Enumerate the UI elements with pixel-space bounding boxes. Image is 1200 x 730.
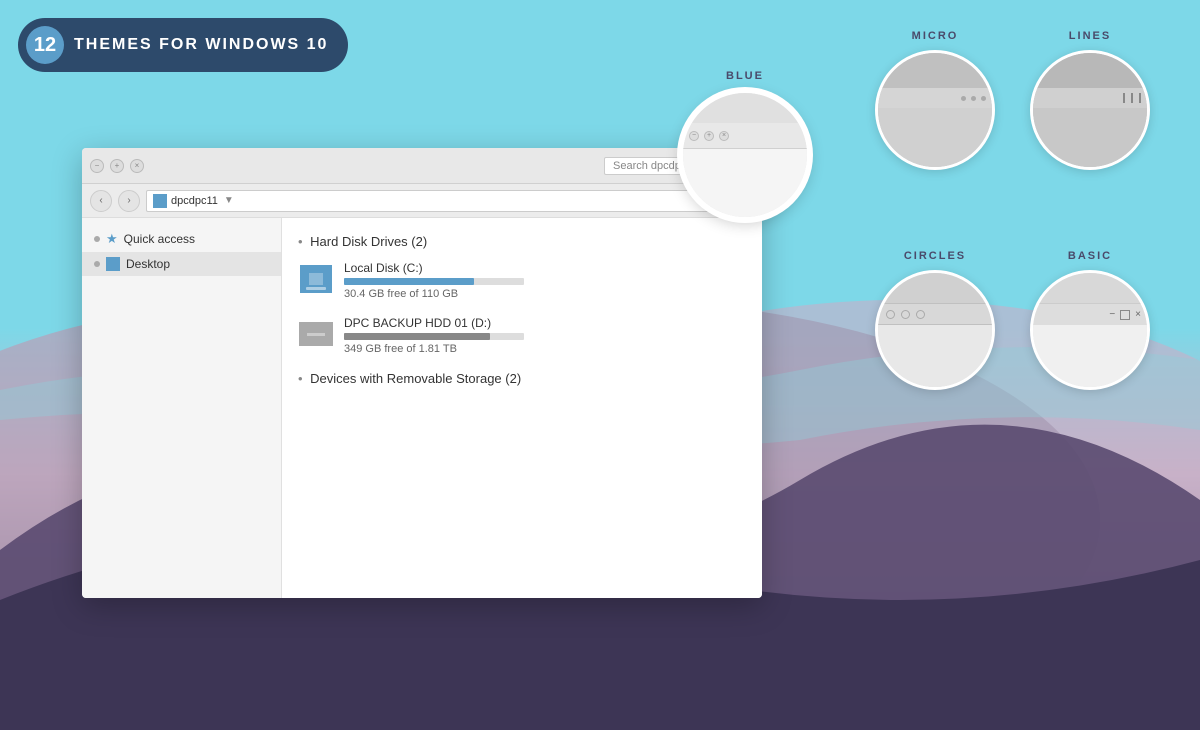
theme-basic-circle[interactable]: − × bbox=[1030, 270, 1150, 390]
close-button[interactable]: × bbox=[130, 159, 144, 173]
sidebar-item-desktop[interactable]: Desktop bbox=[82, 252, 281, 276]
explorer-titlebar: − + × Search dpcdpc11 bbox=[82, 148, 762, 184]
theme-lines-preview bbox=[1033, 53, 1147, 167]
theme-blue-preview: − + × bbox=[683, 93, 807, 217]
quick-access-label: Quick access bbox=[124, 232, 195, 246]
basic-maximize-btn bbox=[1120, 310, 1130, 320]
theme-item-circles: CIRCLES bbox=[870, 250, 1000, 390]
circle-btn-3 bbox=[916, 310, 925, 319]
back-button[interactable]: ‹ bbox=[90, 190, 112, 212]
address-bar[interactable]: dpcdpc11 ▼ bbox=[146, 190, 737, 212]
disk-c-icon bbox=[298, 261, 334, 297]
theme-lines-circle[interactable] bbox=[1030, 50, 1150, 170]
theme-lines-label: LINES bbox=[1069, 30, 1111, 42]
bullet-char-2: • bbox=[298, 371, 306, 386]
hard-disk-section-title: • Hard Disk Drives (2) bbox=[298, 234, 746, 249]
header-badge: 12 THEMES FOR WINDOWS 10 bbox=[18, 18, 348, 72]
line-btn-1 bbox=[1123, 93, 1125, 103]
maximize-button[interactable]: + bbox=[110, 159, 124, 173]
computer-icon bbox=[153, 194, 167, 208]
blue-theme-plus: + bbox=[704, 131, 714, 141]
disk-c-bar-fill bbox=[344, 278, 474, 285]
micro-titlebar bbox=[878, 88, 992, 108]
micro-dot-3 bbox=[981, 96, 986, 101]
disk-c-bar-bg bbox=[344, 278, 524, 285]
line-btn-2 bbox=[1131, 93, 1133, 103]
theme-blue-label: BLUE bbox=[726, 70, 764, 82]
desktop-label: Desktop bbox=[126, 257, 170, 271]
theme-micro-circle[interactable] bbox=[875, 50, 995, 170]
explorer-window: − + × Search dpcdpc11 ‹ › dpcdpc11 ▼ ↺ ★… bbox=[82, 148, 762, 598]
themes-area: BLUE − + × MICRO bbox=[680, 30, 1150, 390]
bullet-char: • bbox=[298, 234, 306, 249]
removable-section-title: • Devices with Removable Storage (2) bbox=[298, 371, 746, 386]
lines-titlebar bbox=[1033, 88, 1147, 108]
basic-close-btn: × bbox=[1135, 309, 1141, 320]
theme-basic-preview: − × bbox=[1033, 273, 1147, 387]
disk-d-bar-fill bbox=[344, 333, 490, 340]
bullet-dot-2 bbox=[94, 261, 100, 267]
theme-circles-preview bbox=[878, 273, 992, 387]
theme-blue-circle[interactable]: − + × bbox=[680, 90, 810, 220]
disk-d-bar-bg bbox=[344, 333, 524, 340]
theme-basic-label: BASIC bbox=[1068, 250, 1112, 262]
micro-dot-1 bbox=[961, 96, 966, 101]
disk-d-icon bbox=[298, 316, 334, 352]
badge-title: THEMES FOR WINDOWS 10 bbox=[74, 36, 328, 54]
bullet-dot bbox=[94, 236, 100, 242]
forward-button[interactable]: › bbox=[118, 190, 140, 212]
address-text: dpcdpc11 bbox=[171, 195, 218, 207]
address-chevron: ▼ bbox=[224, 195, 234, 206]
theme-circles-circle[interactable] bbox=[875, 270, 995, 390]
theme-circles-label: CIRCLES bbox=[904, 250, 966, 262]
circles-titlebar bbox=[878, 303, 992, 325]
disk-item-d: DPC BACKUP HDD 01 (D:) 349 GB free of 1.… bbox=[298, 316, 746, 355]
theme-item-micro: MICRO bbox=[870, 30, 1000, 220]
theme-item-lines: LINES bbox=[1030, 30, 1150, 220]
theme-item-basic: BASIC − × bbox=[1030, 250, 1150, 390]
theme-micro-label: MICRO bbox=[912, 30, 959, 42]
explorer-body: ★ Quick access Desktop • Hard Disk Drive… bbox=[82, 218, 762, 598]
disk-item-c: Local Disk (C:) 30.4 GB free of 110 GB bbox=[298, 261, 746, 300]
explorer-sidebar: ★ Quick access Desktop bbox=[82, 218, 282, 598]
theme-item-blue: BLUE − + × bbox=[680, 70, 810, 220]
theme-micro-preview bbox=[878, 53, 992, 167]
explorer-toolbar: ‹ › dpcdpc11 ▼ ↺ bbox=[82, 184, 762, 218]
star-icon: ★ bbox=[106, 231, 118, 247]
basic-minimize-btn: − bbox=[1109, 309, 1115, 320]
basic-titlebar: − × bbox=[1033, 303, 1147, 325]
line-btn-3 bbox=[1139, 93, 1141, 103]
blue-theme-minus: − bbox=[689, 131, 699, 141]
badge-number: 12 bbox=[26, 26, 64, 64]
minimize-button[interactable]: − bbox=[90, 159, 104, 173]
desktop-icon bbox=[106, 257, 120, 271]
circle-btn-1 bbox=[886, 310, 895, 319]
sidebar-item-quick-access[interactable]: ★ Quick access bbox=[82, 226, 281, 252]
micro-dot-2 bbox=[971, 96, 976, 101]
circle-btn-2 bbox=[901, 310, 910, 319]
blue-theme-close: × bbox=[719, 131, 729, 141]
